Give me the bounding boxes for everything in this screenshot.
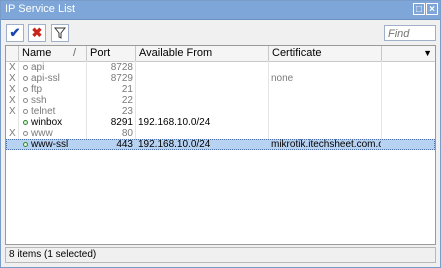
row-flag: X <box>9 62 16 73</box>
service-status-icon <box>23 142 28 147</box>
table-row[interactable]: Xwww 80 <box>6 128 435 139</box>
row-available-from: 192.168.10.0/24 <box>138 117 211 128</box>
status-text: 8 items (1 selected) <box>9 249 97 260</box>
row-certificate: mikrotik.itechsheet.com.crt <box>271 139 381 150</box>
service-table: Name / Port Available From Certificate ▼… <box>5 45 436 245</box>
column-menu-button[interactable]: ▼ <box>382 46 435 61</box>
row-name: api <box>23 62 85 73</box>
row-certificate: none <box>271 73 294 84</box>
table-row[interactable]: Xapi 8728 <box>6 62 435 73</box>
maximize-icon[interactable]: □ <box>413 3 425 15</box>
row-name: www-ssl <box>23 139 85 150</box>
row-available-from <box>138 62 266 73</box>
row-available-from <box>138 128 266 139</box>
column-header-flag[interactable] <box>6 46 19 61</box>
column-header-certificate[interactable]: Certificate <box>269 46 382 61</box>
table-row[interactable]: winbox 8291 192.168.10.0/24 <box>6 117 435 128</box>
row-name: api-ssl <box>23 73 85 84</box>
row-port: 8728 <box>110 62 133 73</box>
row-flag <box>9 117 18 128</box>
row-flag: X <box>9 84 16 95</box>
sort-indicator-icon: / <box>73 47 77 59</box>
row-port: 8291 <box>110 117 133 128</box>
table-row[interactable]: www-ssl 443 192.168.10.0/24 mikrotik.itechs… <box>6 139 435 150</box>
row-certificate <box>271 95 381 106</box>
toolbar: ✔ ✖ <box>1 20 440 46</box>
row-name: www <box>23 128 85 139</box>
service-status-icon <box>23 65 28 70</box>
row-port: 23 <box>121 106 133 117</box>
close-icon[interactable]: × <box>426 3 438 15</box>
status-bar: 8 items (1 selected) <box>5 247 436 263</box>
table-header: Name / Port Available From Certificate ▼ <box>6 46 435 62</box>
row-certificate <box>271 62 381 73</box>
row-flag <box>9 139 18 150</box>
disable-button[interactable]: ✖ <box>28 24 46 42</box>
ip-service-list-window: IP Service List □ × ✔ ✖ Name / Port Avai… <box>0 0 441 268</box>
row-flag: X <box>9 95 16 106</box>
filter-button[interactable] <box>51 24 69 42</box>
service-status-icon <box>23 87 28 92</box>
row-certificate <box>271 128 381 139</box>
row-certificate <box>271 106 381 117</box>
chevron-down-icon: ▼ <box>423 48 432 58</box>
row-certificate <box>271 117 381 128</box>
service-status-icon <box>23 120 28 125</box>
row-name: winbox <box>23 117 85 128</box>
service-status-icon <box>23 109 28 114</box>
row-available-from <box>138 95 266 106</box>
row-port: 22 <box>121 95 133 106</box>
x-icon: ✖ <box>31 25 43 40</box>
column-header-port[interactable]: Port <box>87 46 136 61</box>
row-flag: X <box>9 128 16 139</box>
row-port: 443 <box>116 139 133 150</box>
service-status-icon <box>23 131 28 136</box>
table-row[interactable]: Xftp 21 <box>6 84 435 95</box>
row-available-from <box>138 84 266 95</box>
filter-icon <box>53 27 67 39</box>
row-name: telnet <box>23 106 85 117</box>
window-title: IP Service List <box>5 3 76 15</box>
column-header-available-from[interactable]: Available From <box>136 46 269 61</box>
title-bar[interactable]: IP Service List □ × <box>1 1 440 20</box>
service-status-icon <box>23 76 28 81</box>
row-available-from: 192.168.10.0/24 <box>138 139 211 150</box>
row-port: 80 <box>121 128 133 139</box>
checkmark-icon: ✔ <box>9 25 21 40</box>
column-header-name[interactable]: Name / <box>19 46 87 61</box>
row-port: 8729 <box>110 73 133 84</box>
table-row[interactable]: Xssh 22 <box>6 95 435 106</box>
row-flag: X <box>9 73 16 84</box>
row-name: ftp <box>23 84 85 95</box>
service-status-icon <box>23 98 28 103</box>
table-row[interactable]: Xtelnet 23 <box>6 106 435 117</box>
row-certificate <box>271 84 381 95</box>
row-name: ssh <box>23 95 85 106</box>
table-row[interactable]: Xapi-ssl 8729 none <box>6 73 435 84</box>
row-port: 21 <box>121 84 133 95</box>
row-available-from <box>138 73 266 84</box>
find-input[interactable] <box>384 25 436 41</box>
row-flag: X <box>9 106 16 117</box>
row-available-from <box>138 106 266 117</box>
enable-button[interactable]: ✔ <box>6 24 24 42</box>
